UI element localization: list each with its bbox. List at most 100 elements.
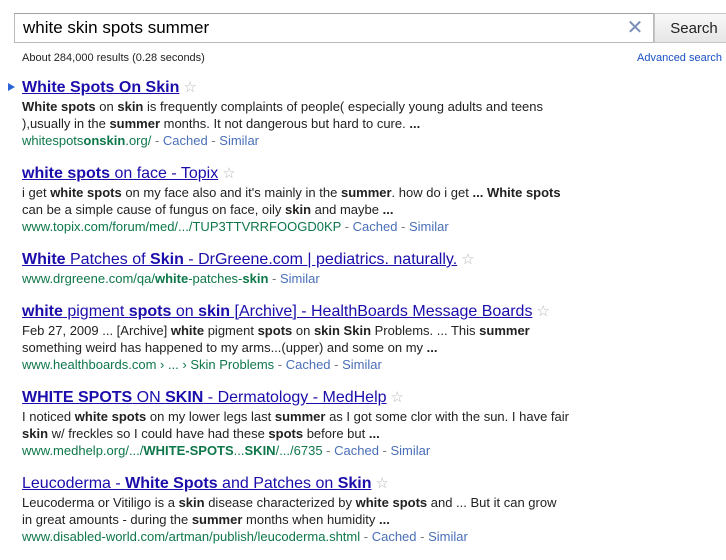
star-icon[interactable]: ☆ <box>391 389 404 406</box>
result-snippet-text: skin <box>285 202 312 217</box>
search-result: white pigment spots on skin [Archive] - … <box>0 302 726 373</box>
result-snippet-text: summer <box>274 409 326 424</box>
result-snippet-text: on my face also and it's mainly in the <box>121 185 341 200</box>
result-url-text: .org/ <box>125 133 152 148</box>
search-input[interactable] <box>14 13 654 43</box>
result-url-text: www.disabled-world.com/artman/publish/le… <box>22 529 361 544</box>
separator: - <box>378 443 391 458</box>
result-snippet-text: on <box>292 323 314 338</box>
cached-link[interactable]: Cached <box>353 219 398 234</box>
search-result: white spots on face - Topix ☆ i get white … <box>0 164 726 235</box>
result-title-link[interactable]: Leucoderma - White Spots and Patches on … <box>22 475 372 492</box>
result-snippet-text: ... <box>378 512 390 527</box>
search-button[interactable]: Search <box>654 13 726 43</box>
result-url-text: /.../6735 <box>275 443 323 458</box>
star-icon[interactable]: ☆ <box>376 475 389 492</box>
result-url-text: www.medhelp.org/.../ <box>22 443 144 458</box>
similar-link[interactable]: Similar <box>280 271 320 286</box>
result-url-text: whitespots <box>22 133 84 148</box>
selected-result-arrow-icon <box>8 83 15 91</box>
results-list: White Spots On Skin ☆ White spots on skin … <box>0 78 726 560</box>
result-snippet: Leucoderma or Vitiligo is a skin disease… <box>22 494 570 528</box>
cached-link[interactable]: Cached <box>163 133 208 148</box>
result-title-text: [Archive] - HealthBoards Message Boards <box>230 303 533 320</box>
result-url-text: SKIN <box>244 443 276 458</box>
star-icon[interactable]: ☆ <box>183 79 196 96</box>
search-result: Leucoderma - White Spots and Patches on … <box>0 474 726 545</box>
result-url-text: ... <box>233 443 245 458</box>
result-title-text: white <box>22 303 63 320</box>
result-url-line: www.topix.com/forum/med/.../TUP3TTVRRFOO… <box>22 218 726 235</box>
result-title-link[interactable]: white pigment spots on skin [Archive] - … <box>22 303 532 320</box>
result-title-line: White Patches of Skin - DrGreene.com | p… <box>22 250 726 270</box>
result-snippet-text: skin <box>178 495 205 510</box>
result-snippet-text: months when humidity <box>242 512 379 527</box>
separator: - <box>207 133 220 148</box>
result-url: whitespotsonskin.org/ <box>22 133 151 148</box>
similar-link[interactable]: Similar <box>342 357 382 372</box>
star-icon[interactable]: ☆ <box>222 165 235 182</box>
separator: - <box>274 357 286 372</box>
similar-link[interactable]: Similar <box>219 133 259 148</box>
result-title-line: white pigment spots on skin [Archive] - … <box>22 302 726 322</box>
result-snippet-text: and maybe <box>311 202 383 217</box>
result-snippet-text: ... <box>409 116 421 131</box>
result-stats: About 284,000 results (0.28 seconds) <box>22 52 205 64</box>
result-title-text: - DrGreene.com | pediatrics. naturally. <box>183 251 458 268</box>
star-icon[interactable]: ☆ <box>461 251 474 268</box>
advanced-search-link[interactable]: Advanced search <box>637 52 722 64</box>
result-snippet-text: on <box>95 99 118 114</box>
result-title-line: white spots on face - Topix ☆ <box>22 164 726 184</box>
result-snippet: Feb 27, 2009 ... [Archive] white pigment… <box>22 322 570 356</box>
result-snippet-text: ... <box>382 202 394 217</box>
similar-link[interactable]: Similar <box>428 529 468 544</box>
result-snippet-text: spots <box>268 426 304 441</box>
separator: - <box>322 443 335 458</box>
cached-link[interactable]: Cached <box>286 357 331 372</box>
cached-link[interactable]: Cached <box>372 529 417 544</box>
search-result: WHITE SPOTS ON SKIN - Dermatology - MedH… <box>0 388 726 459</box>
result-title-link[interactable]: WHITE SPOTS ON SKIN - Dermatology - MedH… <box>22 389 387 406</box>
result-url-line: www.medhelp.org/.../WHITE-SPOTS...SKIN/.… <box>22 442 726 459</box>
result-snippet-text: White spots <box>22 99 96 114</box>
result-snippet-text: summer <box>340 185 392 200</box>
result-snippet: i get white spots on my face also and it… <box>22 184 570 218</box>
separator: - <box>268 271 280 286</box>
star-icon[interactable]: ☆ <box>536 303 549 320</box>
result-title-text: - Dermatology - MedHelp <box>203 389 387 406</box>
result-title-text: Skin <box>337 475 372 492</box>
result-title-text: on <box>171 303 199 320</box>
result-snippet-text: . how do i get <box>391 185 473 200</box>
similar-link[interactable]: Similar <box>391 443 431 458</box>
result-url-text: -patches- <box>188 271 243 286</box>
result-snippet-text: summer <box>109 116 161 131</box>
search-result: White Patches of Skin - DrGreene.com | p… <box>0 250 726 287</box>
cached-link[interactable]: Cached <box>334 443 379 458</box>
result-snippet-text: summer <box>479 323 530 338</box>
similar-link[interactable]: Similar <box>409 219 449 234</box>
separator: - <box>397 219 409 234</box>
result-snippet-text: white spots <box>355 495 428 510</box>
result-title-line: WHITE SPOTS ON SKIN - Dermatology - MedH… <box>22 388 726 408</box>
result-snippet-text: w/ freckles so I could have had these <box>48 426 269 441</box>
result-snippet-text: disease characterized by <box>204 495 356 510</box>
result-url-text: www.topix.com/forum/med/.../TUP3TTVRRFOO… <box>22 219 342 234</box>
result-snippet-text: summer <box>191 512 243 527</box>
result-title-text: pigment <box>62 303 129 320</box>
clear-icon[interactable]: ✕ <box>624 17 646 39</box>
result-title-text: White Spots <box>125 475 218 492</box>
search-bar: ✕ Search <box>14 13 726 45</box>
result-title-text: on face - Topix <box>110 165 219 182</box>
result-snippet-text: before but <box>303 426 369 441</box>
result-url-text: www.drgreene.com/qa/ <box>22 271 155 286</box>
result-title-text: Patches of <box>65 251 151 268</box>
result-title-link[interactable]: white spots on face - Topix <box>22 165 218 182</box>
result-url: www.healthboards.com › ... › Skin Proble… <box>22 357 274 372</box>
result-snippet-text: Problems. ... This <box>371 323 480 338</box>
separator: - <box>330 357 343 372</box>
result-title-link[interactable]: White Patches of Skin - DrGreene.com | p… <box>22 251 457 268</box>
result-title-text: Skin <box>150 251 184 268</box>
result-title-text: White <box>22 251 66 268</box>
result-title-text: white spots <box>22 165 111 182</box>
result-title-link[interactable]: White Spots On Skin <box>22 79 179 96</box>
